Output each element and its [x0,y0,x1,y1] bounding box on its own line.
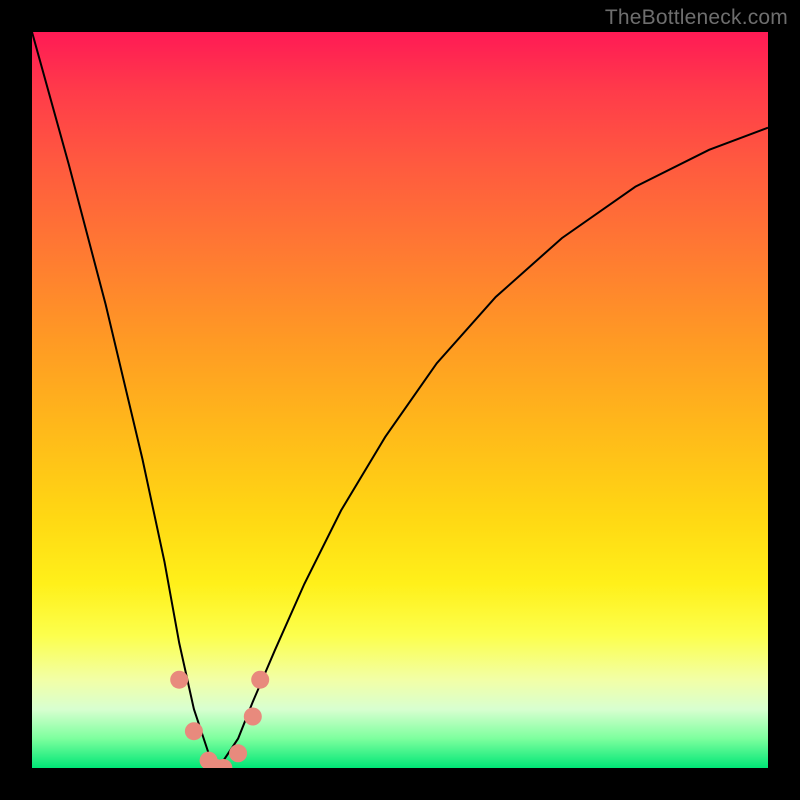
marker-dot [251,671,269,689]
marker-dot [229,744,247,762]
chart-frame: TheBottleneck.com [0,0,800,800]
marker-dot [170,671,188,689]
attribution-label: TheBottleneck.com [605,6,788,30]
highlight-markers [170,671,269,768]
bottleneck-curve [32,32,768,768]
marker-dot [185,722,203,740]
chart-svg [32,32,768,768]
plot-area [32,32,768,768]
marker-dot [244,708,262,726]
